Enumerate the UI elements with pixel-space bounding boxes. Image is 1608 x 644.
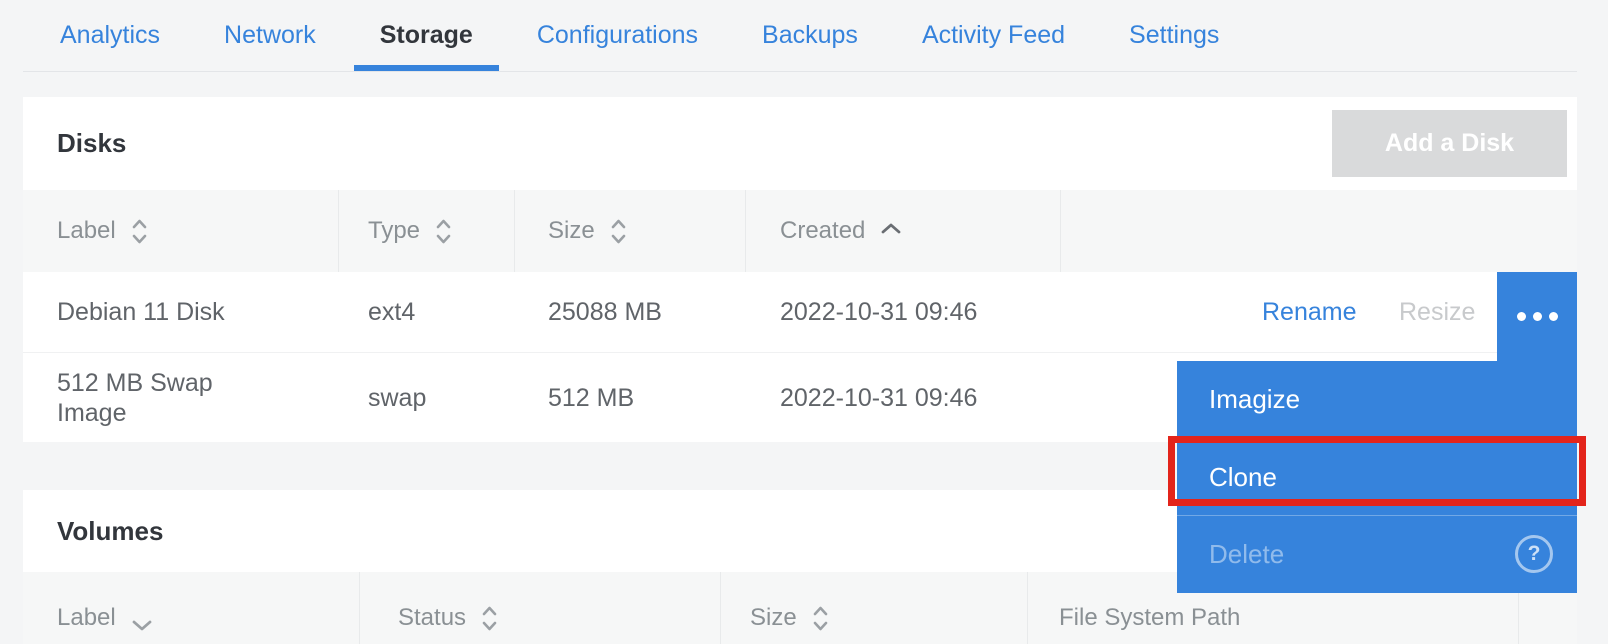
- menu-item-clone[interactable]: Clone: [1177, 438, 1577, 515]
- ellipsis-icon: [1549, 312, 1558, 321]
- disk-type: ext4: [368, 272, 415, 352]
- disk-type: swap: [368, 353, 426, 443]
- volumes-header-size-text: Size: [750, 604, 797, 632]
- tab-network[interactable]: Network: [224, 21, 316, 50]
- column-divider: [1027, 572, 1028, 644]
- column-divider: [720, 572, 721, 644]
- disk-created: 2022-10-31 09:46: [780, 272, 977, 352]
- column-divider: [514, 190, 515, 272]
- volumes-section-title: Volumes: [57, 516, 163, 547]
- disks-header-size-text: Size: [548, 217, 595, 245]
- tab-storage[interactable]: Storage: [380, 21, 473, 50]
- volumes-header-status-text: Status: [398, 604, 466, 632]
- disks-header-label[interactable]: Label: [57, 190, 148, 272]
- disk-more-options-button[interactable]: [1497, 272, 1577, 361]
- sort-descending-icon: [131, 619, 153, 632]
- volumes-header-file-system-path-text: File System Path: [1059, 604, 1240, 632]
- volumes-header-size[interactable]: Size: [750, 582, 829, 644]
- tab-settings[interactable]: Settings: [1129, 21, 1219, 50]
- tab-configurations[interactable]: Configurations: [537, 21, 698, 50]
- ellipsis-icon: [1533, 312, 1542, 321]
- ellipsis-icon: [1517, 312, 1526, 321]
- sort-both-icon: [481, 604, 498, 633]
- tab-analytics[interactable]: Analytics: [60, 21, 160, 50]
- tab-activity-feed[interactable]: Activity Feed: [922, 21, 1065, 50]
- column-divider: [745, 190, 746, 272]
- volumes-header-label[interactable]: Label: [57, 582, 153, 644]
- sort-both-icon: [131, 217, 148, 246]
- sort-both-icon: [435, 217, 452, 246]
- sort-both-icon: [610, 217, 627, 246]
- disks-header-type[interactable]: Type: [368, 190, 452, 272]
- sort-ascending-icon: [880, 222, 902, 235]
- sort-both-icon: [812, 604, 829, 633]
- menu-item-delete-disabled: Delete ?: [1177, 515, 1577, 592]
- tab-backups[interactable]: Backups: [762, 21, 858, 50]
- add-disk-button[interactable]: Add a Disk: [1332, 110, 1567, 177]
- tab-bar: Analytics Network Storage Configurations…: [23, 0, 1577, 72]
- resize-disk-button-disabled: Resize: [1399, 272, 1475, 352]
- rename-disk-button[interactable]: Rename: [1262, 272, 1357, 352]
- disk-row-debian: Debian 11 Disk ext4 25088 MB 2022-10-31 …: [23, 272, 1577, 352]
- storage-page: Analytics Network Storage Configurations…: [0, 0, 1608, 644]
- disks-header-created-text: Created: [780, 217, 865, 245]
- disks-header-label-text: Label: [57, 217, 116, 245]
- column-divider: [1060, 190, 1061, 272]
- disks-header-created[interactable]: Created: [780, 190, 902, 272]
- disk-label: 512 MB Swap Image: [57, 353, 229, 443]
- disks-header-type-text: Type: [368, 217, 420, 245]
- column-divider: [338, 190, 339, 272]
- disk-actions-menu: Imagize Clone Delete ?: [1177, 361, 1577, 593]
- volumes-header-status[interactable]: Status: [398, 582, 498, 644]
- disk-created: 2022-10-31 09:46: [780, 353, 977, 443]
- disks-header-size[interactable]: Size: [548, 190, 627, 272]
- disks-table-header: Label Type Size Created: [23, 190, 1577, 272]
- menu-item-delete-text: Delete: [1209, 539, 1284, 570]
- help-icon[interactable]: ?: [1515, 535, 1553, 573]
- menu-item-imagize[interactable]: Imagize: [1177, 361, 1577, 438]
- disk-size: 512 MB: [548, 353, 634, 443]
- disk-size: 25088 MB: [548, 272, 662, 352]
- disk-label: Debian 11 Disk: [57, 272, 225, 352]
- volumes-header-label-text: Label: [57, 604, 116, 632]
- column-divider: [359, 572, 360, 644]
- disks-section-title: Disks: [57, 128, 126, 159]
